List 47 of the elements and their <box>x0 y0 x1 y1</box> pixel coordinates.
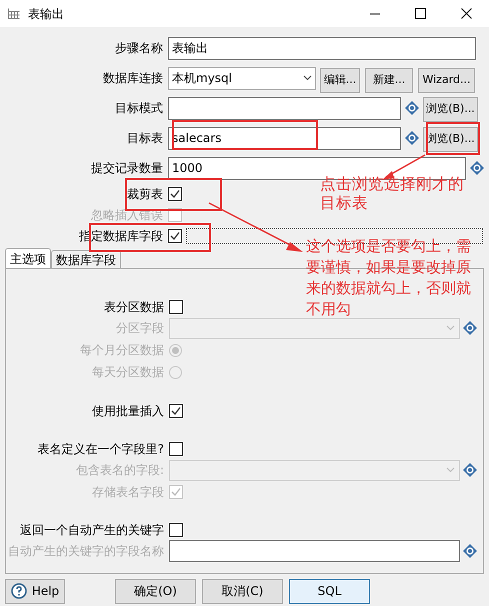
text-field[interactable]: salecars <box>168 126 401 150</box>
text-field[interactable] <box>168 96 401 120</box>
field-label: 提交记录数量 <box>90 160 164 177</box>
table-icon <box>8 8 20 19</box>
annotation-text: 这个选项是否要勾上，需要谨慎，如果是要改掉原来的数据就勾上，否则就不用勾 <box>306 236 472 320</box>
dialog-button[interactable]: Wizard... <box>418 68 475 92</box>
option-label: 表分区数据 <box>103 298 165 316</box>
checkbox[interactable] <box>169 522 183 536</box>
dialog-button[interactable]: 编辑... <box>320 68 360 92</box>
checkbox[interactable] <box>169 442 183 456</box>
highlight-frame <box>426 122 480 155</box>
checkbox[interactable] <box>169 404 183 418</box>
option-label: 自动产生的关键字的字段名称 <box>7 543 165 560</box>
checkbox[interactable] <box>169 300 183 314</box>
dialog-button[interactable]: 确定(O) <box>115 578 196 604</box>
help-icon <box>10 583 27 599</box>
option-label: 每个月分区数据 <box>79 342 165 359</box>
tab[interactable]: 主选项 <box>5 248 51 268</box>
option-label: 包含表名的字段: <box>74 462 165 479</box>
checkbox[interactable] <box>168 228 182 242</box>
field-label: 数据库连接 <box>102 70 164 87</box>
close-icon[interactable] <box>461 8 472 19</box>
dialog-button[interactable]: Help <box>5 578 65 604</box>
checkbox[interactable] <box>168 186 182 200</box>
dialog-button[interactable]: 新建... <box>365 68 413 92</box>
field-label: 目标表 <box>126 130 164 147</box>
field-label: 裁剪表 <box>126 186 164 202</box>
dialog-button[interactable]: 浏览(B)... <box>423 96 478 122</box>
chevron-down-icon <box>446 325 455 331</box>
option-label: 存储表名字段 <box>91 484 165 500</box>
text-field[interactable] <box>169 540 460 562</box>
option-label: 每天分区数据 <box>91 364 165 381</box>
option-label: 表名定义在一个字段里? <box>36 440 165 458</box>
option-label: 返回一个自动产生的关键字 <box>19 522 165 538</box>
field-label: 目标模式 <box>114 100 164 117</box>
text-field[interactable]: 表输出 <box>168 36 476 60</box>
field-label: 步骤名称 <box>114 40 164 57</box>
window-title: 表输出 <box>28 6 64 22</box>
chevron-down-icon <box>303 75 312 81</box>
tab[interactable]: 数据库字段 <box>51 250 121 268</box>
chevron-down-icon <box>446 467 455 473</box>
maximize-icon[interactable] <box>415 8 426 19</box>
connection-select[interactable]: 本机mysql <box>168 66 316 90</box>
dialog-button[interactable]: 取消(C) <box>202 578 283 604</box>
option-label: 使用批量插入 <box>91 402 165 420</box>
option-label: 分区字段 <box>115 320 165 337</box>
dialog-button[interactable]: SQL <box>289 578 370 604</box>
